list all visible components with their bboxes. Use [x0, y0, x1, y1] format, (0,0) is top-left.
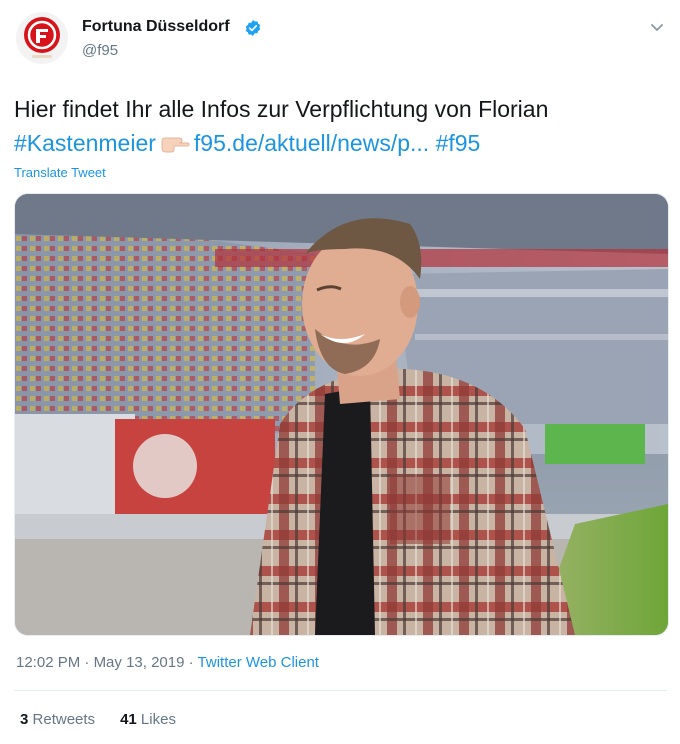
stadium-player-photo [15, 194, 668, 635]
tweet-text: Hier findet Ihr alle Infos zur Verpflich… [14, 92, 664, 160]
likes-count: 41 [120, 711, 137, 728]
tweet-meta: 12:02 PM · May 13, 2019 · Twitter Web Cl… [16, 654, 319, 671]
meta-separator: · [188, 654, 194, 671]
chevron-down-icon[interactable] [648, 18, 666, 36]
url-link[interactable]: f95.de/aktuell/news/p... [194, 130, 429, 156]
retweets-label: Retweets [32, 711, 96, 728]
retweets-stat[interactable]: 3 Retweets [20, 711, 95, 728]
tweet-photo[interactable] [14, 193, 669, 636]
tweet-source-link[interactable]: Twitter Web Client [198, 654, 319, 671]
display-name[interactable]: Fortuna Düsseldorf [82, 18, 230, 36]
translate-tweet-link[interactable]: Translate Tweet [14, 165, 106, 180]
tweet-stats: 3 Retweets 41 Likes [20, 711, 176, 728]
retweets-count: 3 [20, 711, 29, 728]
tweet-card: Fortuna Düsseldorf @f95 Hier findet Ihr … [0, 0, 680, 744]
likes-stat[interactable]: 41 Likes [120, 711, 176, 728]
meta-separator: · [84, 654, 90, 671]
divider [14, 690, 667, 691]
hashtag-link[interactable]: #f95 [436, 130, 481, 156]
tweet-date[interactable]: May 13, 2019 [94, 654, 185, 671]
tweet-time[interactable]: 12:02 PM [16, 654, 80, 671]
tweet-text-line: Hier findet Ihr alle Infos zur Verpflich… [14, 96, 549, 122]
fortuna-logo-icon [24, 17, 60, 58]
likes-label: Likes [140, 711, 176, 728]
pointing-right-hand-icon [161, 137, 190, 153]
user-handle[interactable]: @f95 [82, 42, 118, 59]
avatar[interactable] [16, 12, 68, 64]
hashtag-link[interactable]: #Kastenmeier [14, 130, 156, 156]
verified-badge-icon [245, 20, 261, 36]
